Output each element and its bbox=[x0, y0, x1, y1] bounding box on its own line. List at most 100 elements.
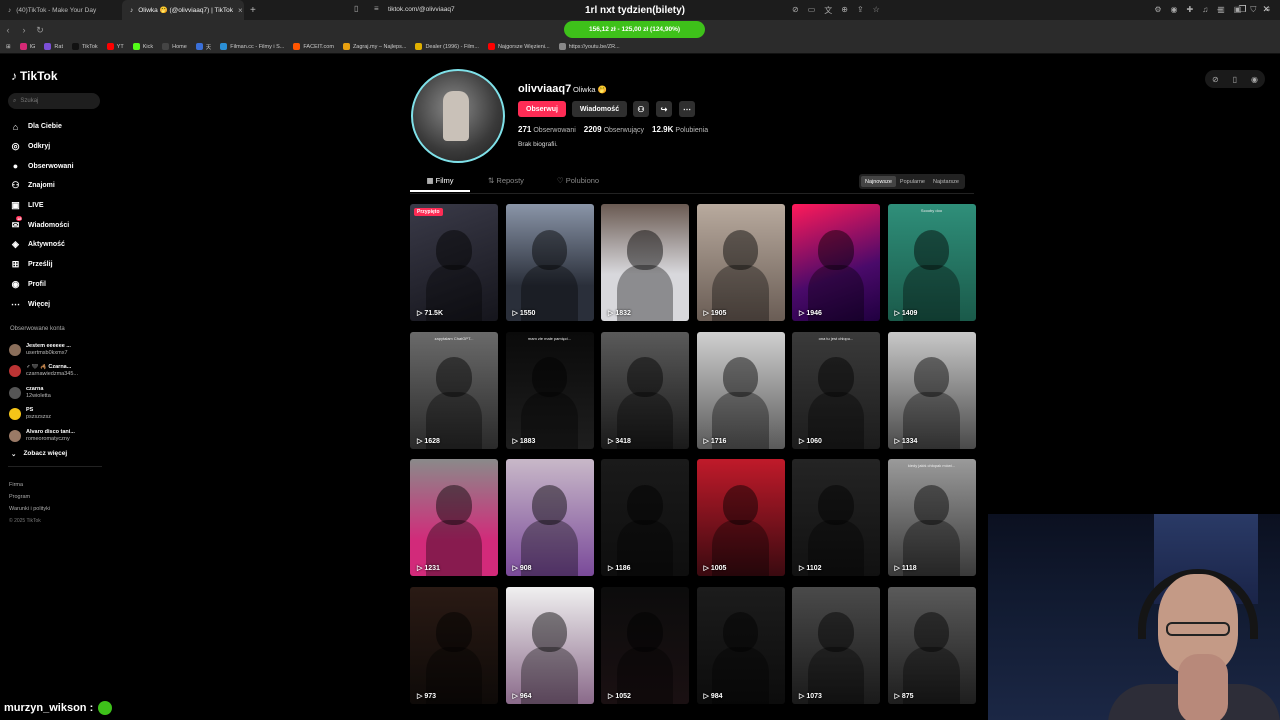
bookmark-item[interactable]: Kick bbox=[132, 43, 153, 50]
message-button[interactable]: Wiadomość bbox=[572, 101, 627, 117]
star-icon[interactable]: ☆ bbox=[873, 5, 880, 16]
cast-icon[interactable]: ▭ bbox=[808, 5, 816, 16]
play-icon: ▷ bbox=[703, 437, 711, 445]
video-card[interactable]: Przypięto ▷ 71.5K bbox=[410, 204, 498, 321]
video-card[interactable]: ▷ 1334 bbox=[887, 331, 976, 449]
share-icon[interactable]: ⇪ bbox=[857, 5, 864, 16]
bookmark-item[interactable]: Home bbox=[162, 43, 187, 50]
bookmark-page-icon[interactable]: ▯ bbox=[354, 4, 358, 13]
video-thumbnail-figure bbox=[627, 612, 663, 652]
zoom-icon[interactable]: ⊕ bbox=[841, 5, 848, 16]
profile-avatar[interactable] bbox=[411, 69, 505, 163]
see-more-button[interactable]: ⌄ Zobacz więcej bbox=[11, 450, 67, 458]
shield-brave-icon[interactable]: ⛉ bbox=[1250, 5, 1256, 15]
extension-icon[interactable]: ⚙ bbox=[1154, 5, 1161, 15]
video-card[interactable]: ▷ 1946 bbox=[792, 204, 880, 321]
following-account[interactable]: ♂ 🖤 🦂 Czarna... czarnawiedzma345... bbox=[9, 361, 104, 383]
site-info-icon[interactable]: ≡ bbox=[374, 4, 379, 13]
video-card[interactable]: Scooby doo ▷ 1409 bbox=[887, 204, 976, 321]
following-account[interactable]: czarna 12wioletta bbox=[9, 382, 104, 404]
video-card[interactable]: ▷ 1905 bbox=[696, 204, 785, 321]
video-card[interactable]: ▷ 875 bbox=[887, 586, 976, 704]
translate-icon[interactable]: 文 bbox=[824, 5, 832, 16]
following-account[interactable]: Jestem eeeeee ... usertmsb0kxmx7 bbox=[9, 339, 104, 361]
sidebar-item-profil[interactable]: ◉ Profil bbox=[10, 275, 100, 295]
extension-icon[interactable]: ◉ bbox=[1171, 5, 1178, 15]
reload-icon[interactable]: ↻ bbox=[32, 25, 48, 36]
video-card[interactable]: ▷ 3418 bbox=[601, 331, 689, 449]
following-stat[interactable]: 271 Obserwowani bbox=[518, 125, 576, 134]
bookmark-item[interactable]: https://youtu.be/ZR... bbox=[558, 43, 620, 50]
sidebar-item-live[interactable]: ▣ LIVE bbox=[10, 196, 100, 216]
view-count: ▷ 1409 bbox=[894, 310, 918, 317]
sidebar-item-odkryj[interactable]: ◎ Odkryj bbox=[10, 137, 100, 157]
footer-link[interactable]: Warunki i polityki bbox=[9, 503, 50, 515]
sidebar-item-obserwowani[interactable]: ● Obserwowani bbox=[10, 156, 100, 176]
video-card[interactable]: ▷ 1005 bbox=[696, 459, 785, 576]
tiktok-logo[interactable]: ♪ TikTok bbox=[11, 69, 58, 83]
video-card[interactable]: kiedy jakiś chłopak mówi... ▷ 1118 bbox=[887, 459, 976, 576]
forward-icon[interactable]: › bbox=[16, 25, 32, 35]
phone-icon[interactable]: ▯ bbox=[1233, 75, 1237, 84]
video-card[interactable]: ▷ 1716 bbox=[696, 331, 785, 449]
tab-liked[interactable]: ♡ Polubiono bbox=[542, 176, 614, 192]
video-card[interactable]: ▷ 1102 bbox=[792, 459, 880, 576]
following-account[interactable]: PS pszszszsz bbox=[9, 404, 104, 426]
video-card[interactable]: ▷ 984 bbox=[696, 586, 785, 704]
bookmark-item[interactable]: YT bbox=[106, 43, 124, 50]
bookmark-item[interactable]: Dealer (1996) - Film... bbox=[415, 43, 479, 50]
sidebar-item-dla-ciebie[interactable]: ⌂ Dla Ciebie bbox=[10, 117, 100, 137]
bookmark-item[interactable]: TikTok bbox=[71, 43, 98, 50]
video-card[interactable]: ▷ 1073 bbox=[792, 586, 880, 704]
video-card[interactable]: zapytałam ChatGPT... ▷ 1628 bbox=[410, 331, 498, 449]
video-card[interactable]: mam złe małe pamięci... ▷ 1883 bbox=[505, 331, 594, 449]
sidebar-item-prze-lij[interactable]: ⊞ Prześlij bbox=[10, 255, 100, 275]
music-icon[interactable]: ♫ bbox=[1202, 5, 1208, 15]
apps-icon[interactable]: ⊞ bbox=[6, 44, 11, 50]
add-friend-icon[interactable]: ⚇ bbox=[633, 101, 649, 117]
footer-link[interactable]: Firma bbox=[9, 479, 50, 491]
coin-icon[interactable]: ⊘ bbox=[1212, 75, 1219, 84]
video-card[interactable]: ona tu jest chłopu... ▷ 1060 bbox=[792, 331, 880, 449]
followers-stat[interactable]: 2209 Obserwujący bbox=[584, 125, 644, 134]
following-account[interactable]: Alvaro disco tani... romeoromatyczny bbox=[9, 425, 104, 447]
bookmark-item[interactable]: Rat bbox=[44, 43, 63, 50]
video-card[interactable]: ▷ 1832 bbox=[601, 204, 689, 321]
video-card[interactable]: ▷ 1550 bbox=[505, 204, 594, 321]
back-icon[interactable]: ‹ bbox=[0, 25, 16, 35]
puzzle-icon[interactable]: ✚ bbox=[1187, 5, 1194, 15]
bookmark-favicon-icon bbox=[106, 43, 114, 50]
bookmark-item[interactable]: FACEIT.com bbox=[293, 43, 334, 50]
user-avatar-icon[interactable]: ◉ bbox=[1251, 75, 1258, 84]
sort-oldest[interactable]: Najstarsze bbox=[929, 176, 963, 187]
bookmark-item[interactable]: IG bbox=[19, 43, 35, 50]
sidebar-item-znajomi[interactable]: ⚇ Znajomi bbox=[10, 176, 100, 196]
video-card[interactable]: ▷ 1052 bbox=[601, 586, 689, 704]
footer-link[interactable]: Program bbox=[9, 491, 50, 503]
tab-videos[interactable]: ▦ Filmy bbox=[410, 176, 470, 192]
bookmark-item[interactable]: Filman.cc - Filmy i S... bbox=[220, 43, 284, 50]
video-card[interactable]: ▷ 1231 bbox=[410, 459, 498, 576]
sidebar-icon[interactable]: ▥ bbox=[1217, 5, 1225, 15]
wallet-icon[interactable]: ▣ bbox=[1234, 5, 1242, 15]
menu-icon[interactable]: ≡ bbox=[1265, 5, 1270, 15]
video-card[interactable]: ▷ 964 bbox=[505, 586, 594, 704]
follow-button[interactable]: Obserwuj bbox=[518, 101, 566, 117]
shield-icon[interactable]: ⊘ bbox=[792, 5, 799, 16]
sidebar-item-wi-cej[interactable]: ⋯ Więcej bbox=[10, 294, 100, 314]
bookmark-item[interactable]: 天 bbox=[195, 43, 211, 51]
tab-reposts[interactable]: ⇅ Reposty bbox=[470, 176, 542, 192]
video-card[interactable]: ▷ 908 bbox=[505, 459, 594, 576]
bookmark-item[interactable]: Zagraj.my – Najleps... bbox=[342, 43, 406, 50]
sidebar-item-wiadomo-ci[interactable]: ✉ 18 Wiadomości bbox=[10, 215, 100, 235]
video-card[interactable]: ▷ 973 bbox=[410, 586, 498, 704]
video-card[interactable]: ▷ 1186 bbox=[601, 459, 689, 576]
sidebar-item-aktywno-[interactable]: ◈ Aktywność bbox=[10, 235, 100, 255]
more-icon[interactable]: ⋯ bbox=[679, 101, 695, 117]
sort-newest[interactable]: Najnowsze bbox=[861, 176, 896, 187]
search-input[interactable]: ⌕ Szukaj bbox=[8, 93, 100, 109]
sort-popular[interactable]: Popularne bbox=[896, 176, 929, 187]
url-field[interactable]: tiktok.com/@olivviaaq7 bbox=[388, 6, 455, 13]
share-icon[interactable]: ↪ bbox=[656, 101, 672, 117]
bookmark-item[interactable]: Najgorsze Więzieni... bbox=[487, 43, 550, 50]
